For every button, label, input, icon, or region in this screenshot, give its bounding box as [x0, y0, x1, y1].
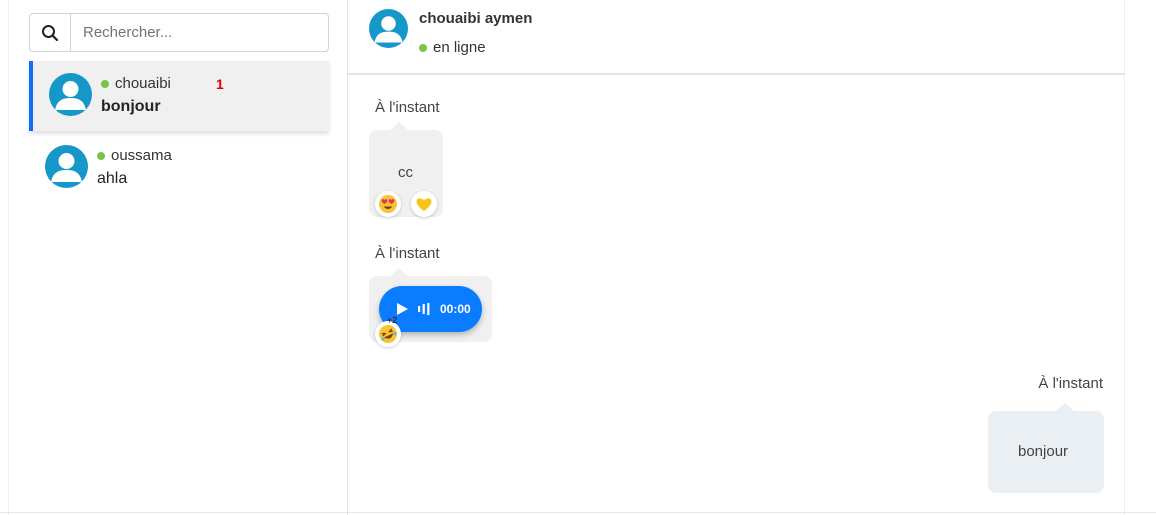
sent-message-bubble[interactable]: bonjour — [988, 411, 1104, 493]
yellow-heart-emoji-icon — [416, 198, 432, 211]
heart-eyes-emoji-icon[interactable] — [375, 191, 401, 217]
bubble-tail — [1056, 403, 1074, 411]
chat-contact-name: chouaibi aymen — [419, 10, 533, 27]
contact-name-text: chouaibi — [115, 75, 171, 92]
contact-item-oussama[interactable]: oussama ahla — [29, 140, 329, 196]
last-message-preview: ahla — [97, 170, 128, 187]
audio-duration: 00:00 — [440, 302, 471, 316]
unread-count-badge: 1 — [216, 76, 224, 92]
online-status-dot — [419, 44, 427, 53]
rofl-emoji-icon[interactable]: +2 — [375, 315, 401, 347]
online-status-dot — [97, 152, 105, 161]
contact-name: oussama — [97, 147, 172, 164]
online-status-dot — [101, 80, 109, 89]
chat-header: chouaibi aymen en ligne — [348, 0, 1125, 75]
user-avatar-icon — [55, 81, 86, 110]
search-input[interactable] — [70, 13, 329, 52]
rofl-emoji-icon — [379, 325, 397, 343]
avatar[interactable] — [369, 9, 408, 48]
chat-contact-status: en ligne — [419, 39, 486, 56]
audio-waveform-icon — [418, 303, 430, 315]
user-avatar-icon — [51, 153, 82, 182]
message-timestamp: À l'instant — [375, 99, 440, 116]
message-timestamp: À l'instant — [375, 245, 440, 262]
message-text: bonjour — [1018, 443, 1069, 460]
conversation-sidebar: chouaibi 1 bonjour oussama ahla — [8, 0, 348, 515]
bubble-tail — [390, 122, 408, 130]
play-icon[interactable] — [395, 302, 409, 316]
heart-eyes-emoji-icon — [379, 195, 397, 213]
user-avatar-icon — [374, 16, 403, 43]
status-text: en ligne — [433, 39, 486, 56]
contact-item-chouaibi[interactable]: chouaibi 1 bonjour — [29, 61, 329, 131]
search-button[interactable] — [29, 13, 70, 52]
search-icon — [42, 24, 59, 41]
message-text: cc — [398, 164, 413, 181]
contact-name: chouaibi — [101, 75, 171, 92]
bottom-divider — [0, 512, 1156, 513]
received-audio-bubble: 00:00 +2 — [369, 276, 492, 347]
search-bar — [29, 13, 329, 52]
message-timestamp: À l'instant — [1038, 375, 1103, 392]
reaction-count: +2 — [387, 315, 398, 325]
avatar — [49, 73, 92, 116]
chat-panel: chouaibi aymen en ligne À l'instant cc À… — [348, 0, 1125, 515]
received-message-bubble[interactable]: cc — [369, 130, 443, 217]
last-message-preview: bonjour — [101, 98, 161, 115]
yellow-heart-emoji-icon[interactable] — [411, 191, 437, 217]
messenger-app: chouaibi 1 bonjour oussama ahla — [8, 0, 1125, 515]
bubble-tail — [390, 268, 408, 276]
contact-name-text: oussama — [111, 147, 172, 164]
avatar — [45, 145, 88, 188]
